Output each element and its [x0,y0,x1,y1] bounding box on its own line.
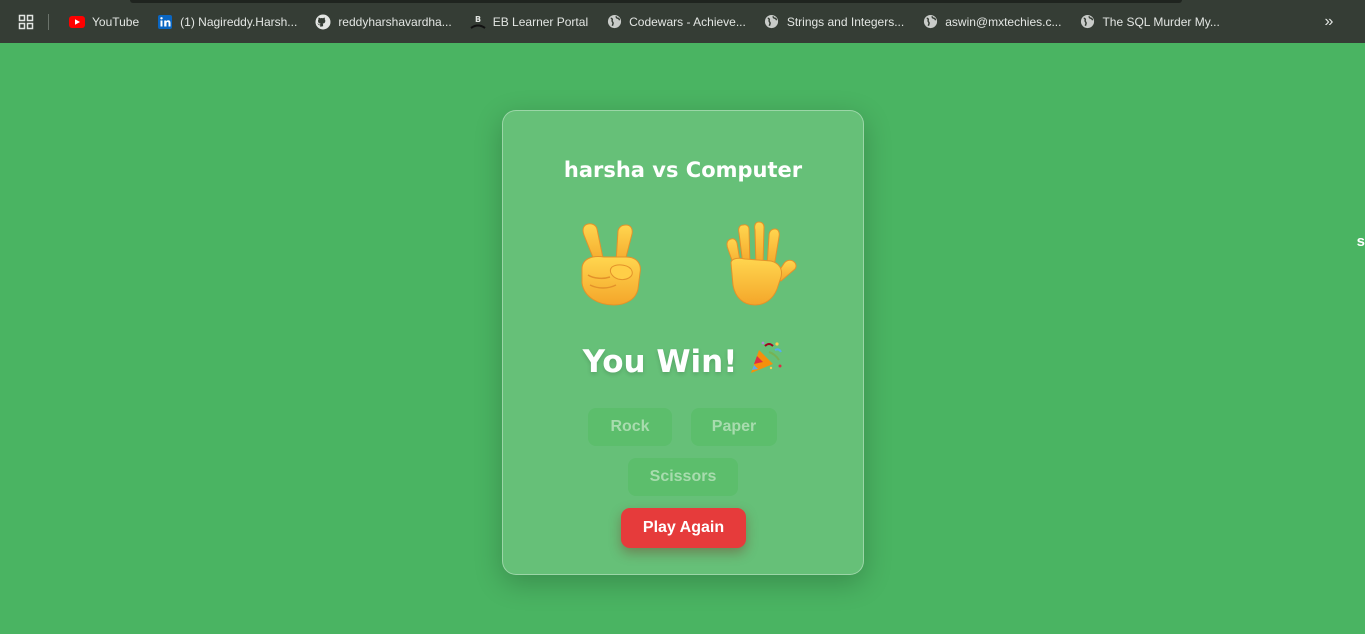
bookmark-strings-and-integers[interactable]: Strings and Integers... [758,8,910,36]
bookmarks-bar: YouTube (1) Nagireddy.Harsh... reddyhars… [0,0,1365,43]
rock-button[interactable]: Rock [588,408,672,446]
game-title: harsha vs Computer [563,158,803,182]
result-text: You Win! [582,344,738,380]
bookmark-label: EB Learner Portal [492,14,589,29]
bookmark-label: Strings and Integers... [786,14,905,29]
bookmark-label: YouTube [92,14,140,29]
play-again-button[interactable]: Play Again [621,508,746,548]
globe-icon [764,14,780,30]
bookmark-sql-murder-mystery[interactable]: The SQL Murder My... [1073,8,1225,36]
party-popper-icon [747,340,783,384]
bookmarks-separator [48,13,49,30]
victory-hand-icon [574,219,658,307]
bookmark-label: reddyharshavardha... [338,14,452,29]
github-icon [315,14,331,30]
bookmark-github[interactable]: reddyharshavardha... [309,8,457,36]
linkedin-icon [157,14,173,30]
bookmark-label: aswin@mxtechies.c... [945,14,1062,29]
eb-logo-icon: B [470,14,486,30]
bookmark-label: (1) Nagireddy.Harsh... [180,14,298,29]
apps-grid-icon[interactable] [17,13,35,31]
bookmark-label: Codewars - Achieve... [629,14,746,29]
offscreen-text-fragment: s [1356,233,1365,250]
bookmark-label: The SQL Murder My... [1102,14,1220,29]
bookmarks-overflow-button[interactable]: » [1319,12,1339,32]
bookmark-linkedin[interactable]: (1) Nagireddy.Harsh... [151,8,303,36]
paper-button[interactable]: Paper [691,408,777,446]
bookmark-youtube[interactable]: YouTube [63,8,145,36]
game-card: harsha vs Computer You Win! Rock Paper S… [502,110,864,575]
globe-icon [1079,14,1095,30]
result-message: You Win! [503,340,863,384]
globe-icon [922,14,938,30]
scissors-button[interactable]: Scissors [628,458,738,496]
bookmark-eb-learner-portal[interactable]: B EB Learner Portal [464,8,594,36]
bookmark-codewars[interactable]: Codewars - Achieve... [600,8,752,36]
globe-icon [606,14,622,30]
svg-text:B: B [475,15,481,24]
bookmark-aswin-mxtechies[interactable]: aswin@mxtechies.c... [916,8,1067,36]
youtube-icon [69,14,85,30]
raised-hand-icon [717,219,801,307]
